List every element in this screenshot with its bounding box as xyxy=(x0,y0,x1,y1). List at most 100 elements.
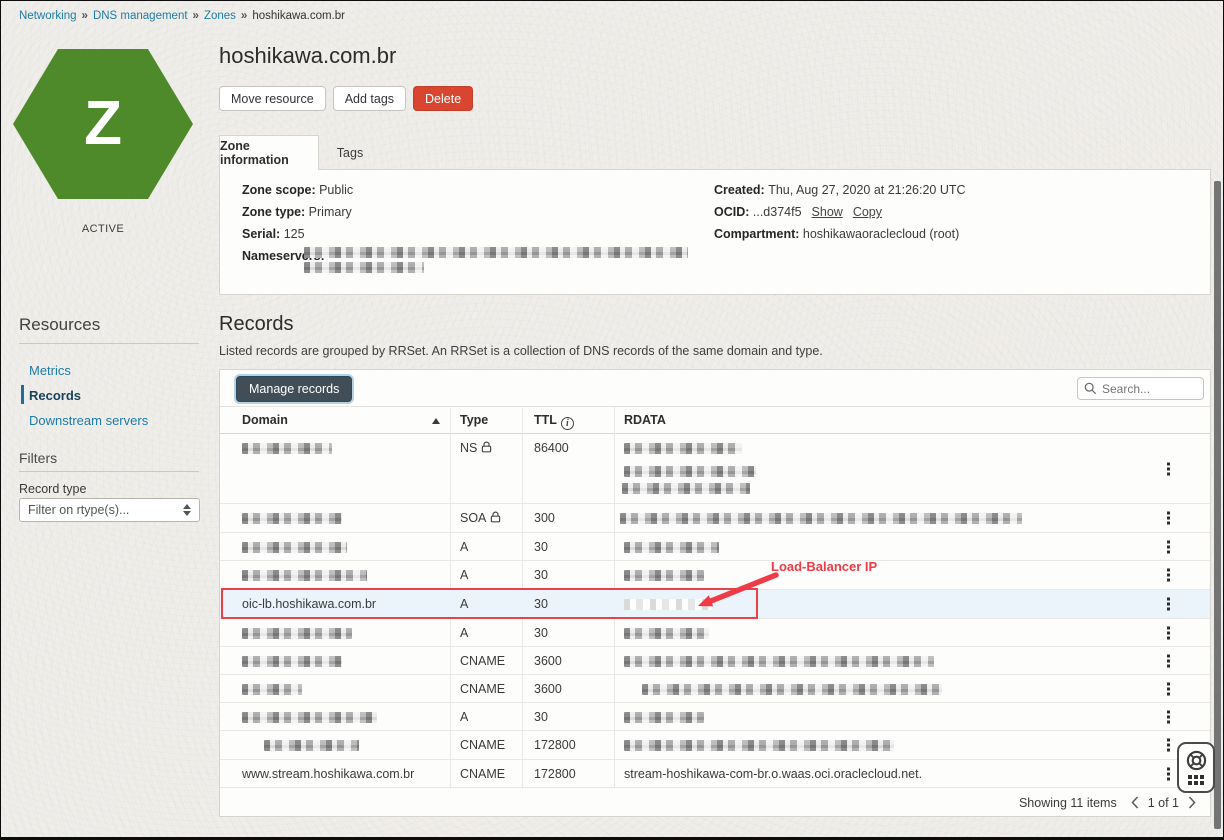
breadcrumb-separator: » xyxy=(241,10,247,22)
move-resource-button[interactable]: Move resource xyxy=(219,86,326,111)
cell-type: A xyxy=(460,597,468,611)
records-tbody: NS86400SOA300A30A30oic-lb.hoshikawa.com.… xyxy=(220,434,1210,788)
add-tags-button[interactable]: Add tags xyxy=(333,86,406,111)
redacted-rdata xyxy=(624,740,894,751)
record-row: NS86400 xyxy=(220,434,1210,504)
row-actions-kebab[interactable] xyxy=(1164,537,1173,556)
select-stepper-icon xyxy=(183,504,191,516)
cell-ttl: 3600 xyxy=(534,682,562,696)
divider xyxy=(19,343,199,344)
cell-ttl: 30 xyxy=(534,626,548,640)
lock-icon xyxy=(477,441,492,455)
page-indicator: 1 of 1 xyxy=(1148,796,1179,810)
ttl-info-icon[interactable]: i xyxy=(561,417,574,430)
redacted-rdata xyxy=(624,542,719,553)
sidebar-item-records[interactable]: Records xyxy=(29,388,81,403)
redacted-rdata xyxy=(624,628,709,639)
redacted-domain xyxy=(242,628,352,639)
cell-ttl: 172800 xyxy=(534,738,576,752)
page-next-icon[interactable] xyxy=(1188,796,1196,809)
redacted-domain xyxy=(242,570,367,581)
apps-grid-icon[interactable] xyxy=(1188,775,1204,785)
sidebar-item-downstream-servers[interactable]: Downstream servers xyxy=(29,413,148,428)
column-header-rdata: RDATA xyxy=(624,413,666,427)
zone-field-created-: Created: Thu, Aug 27, 2020 at 21:26:20 U… xyxy=(714,183,966,197)
search-input[interactable] xyxy=(1102,382,1192,396)
show-link[interactable]: Show xyxy=(812,205,843,219)
records-section-subtitle: Listed records are grouped by RRSet. An … xyxy=(219,344,823,358)
redacted-rdata xyxy=(620,513,1022,524)
row-actions-kebab[interactable] xyxy=(1164,623,1173,642)
record-row: A30 xyxy=(220,533,1210,561)
record-type-select-value: Filter on rtype(s)... xyxy=(28,503,129,517)
row-actions-kebab[interactable] xyxy=(1164,679,1173,698)
cell-rdata: stream-hoshikawa-com-br.o.waas.oci.oracl… xyxy=(624,767,922,781)
page-title: hoshikawa.com.br xyxy=(219,43,396,69)
manage-records-button[interactable]: Manage records xyxy=(236,376,352,402)
records-section-title: Records xyxy=(219,313,293,336)
delete-button[interactable]: Delete xyxy=(413,86,473,111)
breadcrumb-separator: » xyxy=(193,10,199,22)
row-actions-kebab[interactable] xyxy=(1164,651,1173,670)
redacted-rdata xyxy=(624,712,704,723)
active-item-indicator xyxy=(21,385,24,404)
record-row: CNAME3600 xyxy=(220,647,1210,675)
record-row: oic-lb.hoshikawa.com.brA30 xyxy=(220,590,1210,619)
table-footer: Showing 11 items 1 of 1 xyxy=(220,788,1210,817)
tab-zone-information[interactable]: Zone information xyxy=(219,135,319,170)
sidebar-item-metrics[interactable]: Metrics xyxy=(29,363,71,378)
help-lifering-icon[interactable] xyxy=(1186,750,1207,771)
row-actions-kebab[interactable] xyxy=(1164,736,1173,755)
scrollbar-thumb[interactable] xyxy=(1214,181,1221,829)
redacted-rdata xyxy=(642,684,942,695)
zone-badge-letter: Z xyxy=(84,93,122,155)
zone-field-ocid-: OCID: ...d374f5ShowCopy xyxy=(714,205,882,219)
record-row: A30 xyxy=(220,703,1210,731)
redacted-nameservers-line2 xyxy=(304,262,424,273)
row-actions-kebab[interactable] xyxy=(1164,509,1173,528)
cell-type: CNAME xyxy=(460,738,505,752)
annotation-label: Load-Balancer IP xyxy=(771,559,877,574)
record-row: www.stream.hoshikawa.com.brCNAME172800st… xyxy=(220,760,1210,788)
cell-ttl: 3600 xyxy=(534,654,562,668)
redacted-domain xyxy=(242,443,332,454)
redacted-domain xyxy=(264,740,359,751)
action-buttons: Move resource Add tags Delete xyxy=(219,86,473,111)
breadcrumb-item-zones[interactable]: Zones xyxy=(204,10,236,22)
filters-title: Filters xyxy=(19,450,57,466)
redacted-nameservers-line1 xyxy=(304,247,688,258)
tab-tags[interactable]: Tags xyxy=(319,135,381,170)
breadcrumb-item-networking[interactable]: Networking xyxy=(19,10,77,22)
copy-link[interactable]: Copy xyxy=(853,205,882,219)
row-actions-kebab[interactable] xyxy=(1164,707,1173,726)
redacted-rdata xyxy=(622,483,750,494)
search-box[interactable] xyxy=(1077,377,1204,400)
redacted-domain xyxy=(242,656,342,667)
row-actions-kebab[interactable] xyxy=(1164,764,1173,783)
column-header-type: Type xyxy=(460,413,488,427)
redacted-rdata xyxy=(624,599,712,610)
zone-field-compartment-: Compartment: hoshikawaoraclecloud (root) xyxy=(714,227,959,241)
cell-ttl: 86400 xyxy=(534,441,569,455)
page-previous-icon[interactable] xyxy=(1131,796,1139,809)
zone-status-hexagon: Z xyxy=(13,49,193,199)
record-row: CNAME 172800 xyxy=(220,731,1210,760)
cell-type: CNAME xyxy=(460,682,505,696)
column-header-domain[interactable]: Domain xyxy=(242,413,288,427)
redacted-rdata xyxy=(624,466,756,477)
redacted-domain xyxy=(242,684,302,695)
resources-title: Resources xyxy=(19,315,100,335)
row-actions-kebab[interactable] xyxy=(1164,459,1173,478)
pagination: 1 of 1 xyxy=(1131,796,1196,810)
lock-icon xyxy=(486,511,501,525)
cell-type: A xyxy=(460,540,468,554)
row-actions-kebab[interactable] xyxy=(1164,595,1173,614)
breadcrumb-item-dns-management[interactable]: DNS management xyxy=(93,10,188,22)
redacted-domain xyxy=(242,513,342,524)
showing-items-label: Showing 11 items xyxy=(1019,796,1117,810)
record-row: A30 xyxy=(220,561,1210,590)
help-widget xyxy=(1177,742,1215,793)
row-actions-kebab[interactable] xyxy=(1164,566,1173,585)
zone-field-serial-: Serial: 125 xyxy=(242,227,305,241)
record-type-select[interactable]: Filter on rtype(s)... xyxy=(19,498,200,522)
